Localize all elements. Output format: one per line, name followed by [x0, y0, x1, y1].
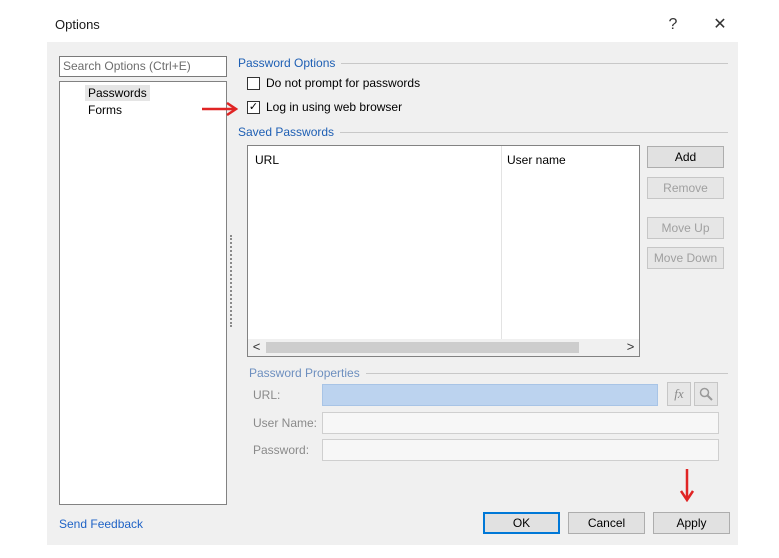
- tree-item-forms[interactable]: Forms: [85, 102, 125, 118]
- move-up-button[interactable]: Move Up: [647, 217, 724, 239]
- send-feedback-link[interactable]: Send Feedback: [59, 517, 143, 531]
- password-options-header: Password Options: [238, 56, 728, 70]
- saved-passwords-header: Saved Passwords: [238, 125, 728, 139]
- right-arrow-annotation: [202, 102, 239, 116]
- password-properties-header: Password Properties: [249, 366, 728, 380]
- checkbox-row-no-prompt[interactable]: Do not prompt for passwords: [247, 74, 420, 92]
- column-header-username[interactable]: User name: [507, 153, 566, 167]
- password-field[interactable]: [322, 439, 719, 461]
- move-down-button[interactable]: Move Down: [647, 247, 724, 269]
- column-header-url[interactable]: URL: [255, 153, 279, 167]
- column-separator: [501, 146, 502, 341]
- ok-button[interactable]: OK: [483, 512, 560, 534]
- search-options-input[interactable]: Search Options (Ctrl+E): [59, 56, 227, 77]
- password-label: Password:: [253, 443, 310, 457]
- web-login-label: Log in using web browser: [266, 100, 403, 114]
- magnifier-icon: [699, 387, 713, 401]
- no-prompt-checkbox[interactable]: [247, 76, 260, 90]
- user-name-label: User Name:: [253, 416, 318, 430]
- url-label: URL:: [253, 388, 281, 402]
- scrollbar-thumb[interactable]: [266, 342, 579, 353]
- horizontal-scrollbar[interactable]: < >: [248, 339, 639, 356]
- url-field[interactable]: [322, 384, 658, 406]
- panel-splitter-handle[interactable]: [230, 235, 232, 327]
- window-title: Options: [55, 17, 100, 32]
- remove-button[interactable]: Remove: [647, 177, 724, 199]
- checkbox-row-web-login[interactable]: ✓ Log in using web browser: [247, 98, 402, 116]
- add-button[interactable]: Add: [647, 146, 724, 168]
- scroll-left-icon[interactable]: <: [248, 339, 265, 356]
- cancel-button[interactable]: Cancel: [568, 512, 645, 534]
- saved-passwords-list[interactable]: URL User name < >: [247, 145, 640, 357]
- down-arrow-annotation: [680, 469, 694, 502]
- tree-item-passwords[interactable]: Passwords: [85, 85, 150, 101]
- web-login-checkbox[interactable]: ✓: [247, 100, 260, 114]
- formula-fx-button[interactable]: fx: [667, 382, 691, 406]
- scroll-right-icon[interactable]: >: [622, 339, 639, 356]
- options-tree: Passwords Forms: [59, 81, 227, 505]
- no-prompt-label: Do not prompt for passwords: [266, 76, 421, 90]
- close-button[interactable]: ✕: [707, 12, 733, 38]
- help-button[interactable]: ?: [660, 12, 686, 38]
- apply-button[interactable]: Apply: [653, 512, 730, 534]
- magnifier-search-button[interactable]: [694, 382, 718, 406]
- user-name-field[interactable]: [322, 412, 719, 434]
